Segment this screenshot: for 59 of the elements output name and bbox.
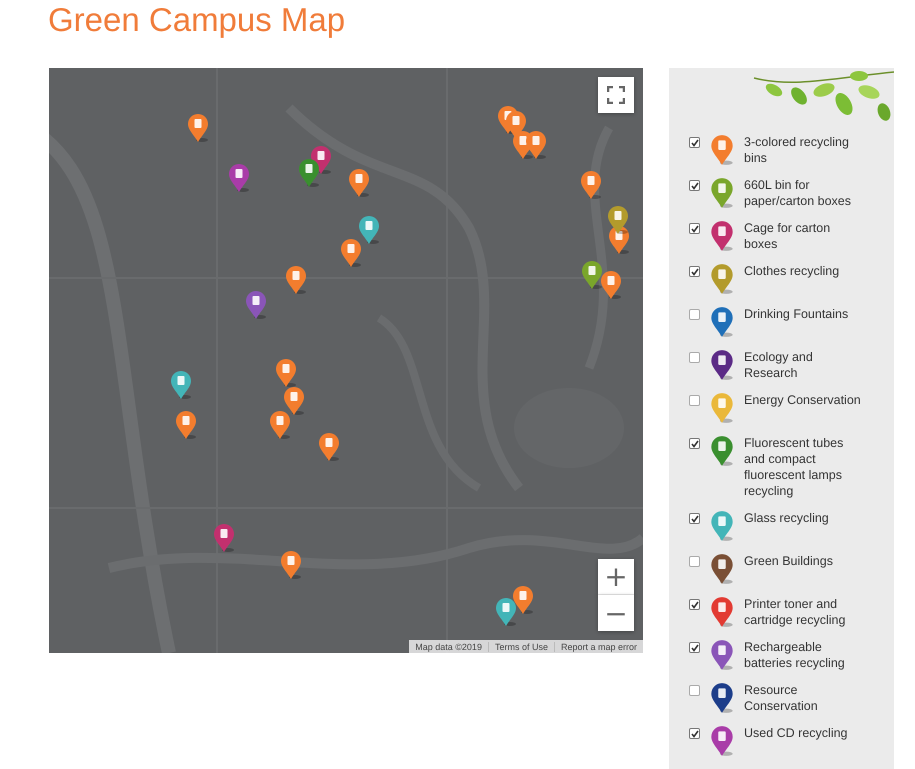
checkbox[interactable]	[689, 180, 700, 191]
zoom-out-button[interactable]: −	[598, 595, 634, 631]
map-pin-icon[interactable]	[283, 386, 305, 416]
legend-label: Green Buildings	[744, 553, 834, 569]
zoom-in-button[interactable]: +	[598, 559, 634, 595]
page-title: Green Campus Map	[47, 0, 346, 40]
checkbox[interactable]	[689, 352, 700, 363]
legend-label: Printer toner and cartridge recycling	[744, 596, 846, 628]
fullscreen-button[interactable]	[598, 77, 634, 113]
legend-label: Drinking Fountains	[744, 306, 850, 322]
legend-label: 3-colored recycling bins	[744, 134, 850, 166]
map-pin-icon[interactable]	[298, 158, 320, 188]
map-pin-icon[interactable]	[280, 550, 302, 580]
map-pin-icon[interactable]	[275, 358, 297, 388]
map-pin-icon[interactable]	[512, 585, 534, 615]
map-pin-icon[interactable]	[213, 523, 235, 553]
checkbox[interactable]	[689, 513, 700, 524]
legend-label: Glass recycling	[744, 510, 830, 526]
legend-label: Resource Conservation	[744, 682, 819, 714]
map-pin-icon[interactable]	[228, 163, 250, 193]
legend-label: Cage for carton boxes	[744, 220, 832, 252]
legend-label: Ecology and Research	[744, 349, 814, 381]
map-pin-icon[interactable]	[269, 410, 291, 440]
checkbox[interactable]	[689, 728, 700, 739]
legend-label: Fluorescent tubes and compact fluorescent lamps recycling	[744, 435, 844, 499]
map-pin-icon[interactable]	[600, 270, 622, 300]
checkbox[interactable]	[689, 266, 700, 277]
map-pin-icon[interactable]	[358, 215, 380, 245]
map-pin-icon[interactable]	[285, 265, 307, 295]
checkbox[interactable]	[689, 223, 700, 234]
fullscreen-icon	[607, 86, 625, 104]
map-pin-icon[interactable]	[580, 170, 602, 200]
legend-label: Energy Conservation	[744, 392, 862, 408]
map-pin-icon[interactable]	[348, 168, 370, 198]
map-pin-icon[interactable]	[607, 205, 629, 235]
map-pin-icon[interactable]	[495, 597, 517, 627]
checkbox[interactable]	[689, 309, 700, 320]
map-pin-icon[interactable]	[581, 260, 603, 290]
checkbox[interactable]	[689, 556, 700, 567]
map-pin-icon[interactable]	[525, 130, 547, 160]
checkbox[interactable]	[689, 137, 700, 148]
map-pin-icon[interactable]	[318, 432, 340, 462]
map-attribution: Map data ©2019	[414, 642, 483, 652]
legend-label: 660L bin for paper/carton boxes	[744, 177, 852, 209]
checkbox[interactable]	[689, 599, 700, 610]
map-pin-icon[interactable]	[187, 113, 209, 143]
map-pin-icon[interactable]	[245, 290, 267, 320]
checkbox[interactable]	[689, 438, 700, 449]
checkbox[interactable]	[689, 685, 700, 696]
checkbox[interactable]	[689, 395, 700, 406]
map-pin-icon[interactable]	[170, 370, 192, 400]
map-pin-icon[interactable]	[175, 410, 197, 440]
legend-label: Used CD recycling	[744, 725, 849, 741]
map-link[interactable]: Report a map error	[554, 642, 643, 652]
checkbox[interactable]	[689, 642, 700, 653]
legend-label: Clothes recycling	[744, 263, 840, 279]
map-pin-icon[interactable]	[340, 238, 362, 268]
legend-label: Rechargeable batteries recycling	[744, 639, 846, 671]
map-link[interactable]: Terms of Use	[488, 642, 554, 652]
